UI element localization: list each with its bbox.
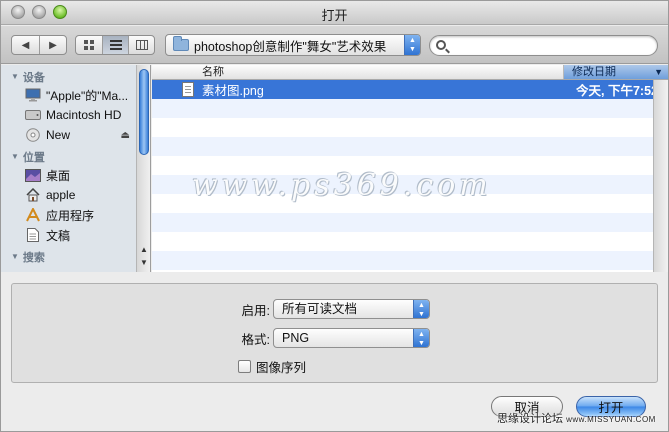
navigation-buttons: ◀ ▶ [11,35,67,55]
image-sequence-checkbox[interactable] [238,360,251,373]
scroll-down-arrow-icon[interactable]: ▼ [140,258,148,267]
search-icon [436,40,446,50]
sidebar-item-label: 文稿 [46,228,71,243]
footer-watermark-right: www.MISSYUAN.COM [566,415,656,424]
enable-value: 所有可读文档 [282,302,358,316]
search-field[interactable] [429,35,658,56]
folder-icon [173,36,189,51]
sidebar-scrollbar[interactable]: ▲ ▼ [136,65,150,272]
date-column-label: 修改日期 [572,66,616,78]
back-arrow-icon: ◀ [21,39,30,51]
eject-icon[interactable]: ⏏ [121,130,130,141]
forward-arrow-icon: ▶ [49,39,57,51]
list-view-icon [109,40,122,50]
sidebar-item-new[interactable]: New ⏏ [1,125,150,145]
forward-button[interactable]: ▶ [39,36,66,54]
table-row[interactable]: 素材图.png 今天, 下午7:52 [152,80,668,99]
enable-popup[interactable]: 所有可读文档 ▲ ▼ [273,299,430,319]
window-title: 打开 [321,8,348,23]
footer-watermark-left: 思缘设计论坛 [497,413,563,425]
harddisk-icon [25,108,41,122]
icon-view-button[interactable] [76,36,102,54]
sidebar-scroll-thumb[interactable] [139,69,149,155]
document-icon [25,228,41,242]
disc-icon [25,128,41,142]
empty-row [152,251,668,270]
sidebar-item-macintosh-hd[interactable]: Macintosh HD [1,105,150,125]
disclosure-triangle-icon: ▼ [11,252,19,261]
icon-view-icon [83,40,94,50]
empty-row [152,232,668,251]
image-sequence-option[interactable]: 图像序列 [238,357,306,376]
popup-stepper-icon: ▲ ▼ [404,35,420,55]
sidebar-item-computer[interactable]: "Apple"的"Ma... [1,85,150,105]
sidebar-item-label: New [46,128,71,142]
empty-row [152,270,668,272]
sidebar-item-label: 应用程序 [46,208,95,223]
list-scrollbar[interactable] [653,80,668,272]
file-name: 素材图.png [202,84,264,98]
column-view-icon [135,40,148,50]
empty-row [152,99,668,118]
footer-watermark: 思缘设计论坛 www.MISSYUAN.COM [497,410,656,426]
open-dialog: 打开 ◀ ▶ photoshop创意制作"舞女"艺术效果 ▲ ▼ ▼ 设备 "A… [0,0,669,432]
sidebar-section-devices[interactable]: ▼ 设备 [1,68,150,85]
site-watermark: www.ps369.com [192,168,492,203]
png-file-icon [182,82,194,97]
sidebar-section-search[interactable]: ▼ 搜索 [1,248,150,265]
sidebar-item-documents[interactable]: 文稿 [1,225,150,245]
view-mode-buttons [75,35,155,55]
format-row: 格式: PNG ▲ ▼ [210,328,430,348]
enable-row: 启用: 所有可读文档 ▲ ▼ [210,299,430,319]
search-input[interactable] [452,38,652,53]
scroll-up-arrow-icon[interactable]: ▲ [140,245,148,254]
list-header: 名称 修改日期 ▼ [152,65,668,80]
sidebar-item-home[interactable]: apple [1,185,150,205]
column-view-button[interactable] [128,36,154,54]
name-column-header[interactable]: 名称 [152,65,564,79]
folder-path-popup[interactable]: photoshop创意制作"舞女"艺术效果 ▲ ▼ [165,34,421,56]
sidebar-item-applications[interactable]: 应用程序 [1,205,150,225]
file-list: 名称 修改日期 ▼ 素材图.png 今天, 下午7:52 www.ps369.c… [152,65,668,272]
date-column-header[interactable]: 修改日期 ▼ [564,65,668,79]
enable-label: 启用: [241,303,270,318]
disclosure-triangle-icon: ▼ [11,72,19,81]
empty-row [152,118,668,137]
format-value: PNG [282,331,310,345]
back-button[interactable]: ◀ [12,36,39,54]
empty-row [152,213,668,232]
sidebar-section-places[interactable]: ▼ 位置 [1,148,150,165]
empty-row [152,137,668,156]
sort-descending-icon: ▼ [654,67,663,77]
sidebar-item-label: Macintosh HD [46,108,122,122]
format-popup[interactable]: PNG ▲ ▼ [273,328,430,348]
desktop-icon [25,168,41,182]
sidebar-item-desktop[interactable]: 桌面 [1,165,150,185]
image-sequence-label: 图像序列 [256,361,307,375]
options-panel: 启用: 所有可读文档 ▲ ▼ 格式: PNG ▲ ▼ 图像序列 [11,283,658,383]
popup-stepper-icon: ▲ ▼ [413,329,429,347]
disclosure-triangle-icon: ▼ [11,152,19,161]
list-view-button[interactable] [102,36,128,54]
toolbar: ◀ ▶ photoshop创意制作"舞女"艺术效果 ▲ ▼ [1,26,668,64]
imac-icon [25,88,41,102]
popup-stepper-icon: ▲ ▼ [413,300,429,318]
sidebar-item-label: apple [46,188,76,202]
title-bar: 打开 [1,1,668,25]
sidebar: ▼ 设备 "Apple"的"Ma... Macintosh HD New ⏏ ▼… [1,65,151,272]
sidebar-item-label: 桌面 [46,168,71,183]
applications-icon [25,208,41,222]
sidebar-item-label: "Apple"的"Ma... [46,88,129,103]
current-folder-label: photoshop创意制作"舞女"艺术效果 [194,39,387,54]
format-label: 格式: [241,332,270,347]
home-icon [25,188,41,202]
